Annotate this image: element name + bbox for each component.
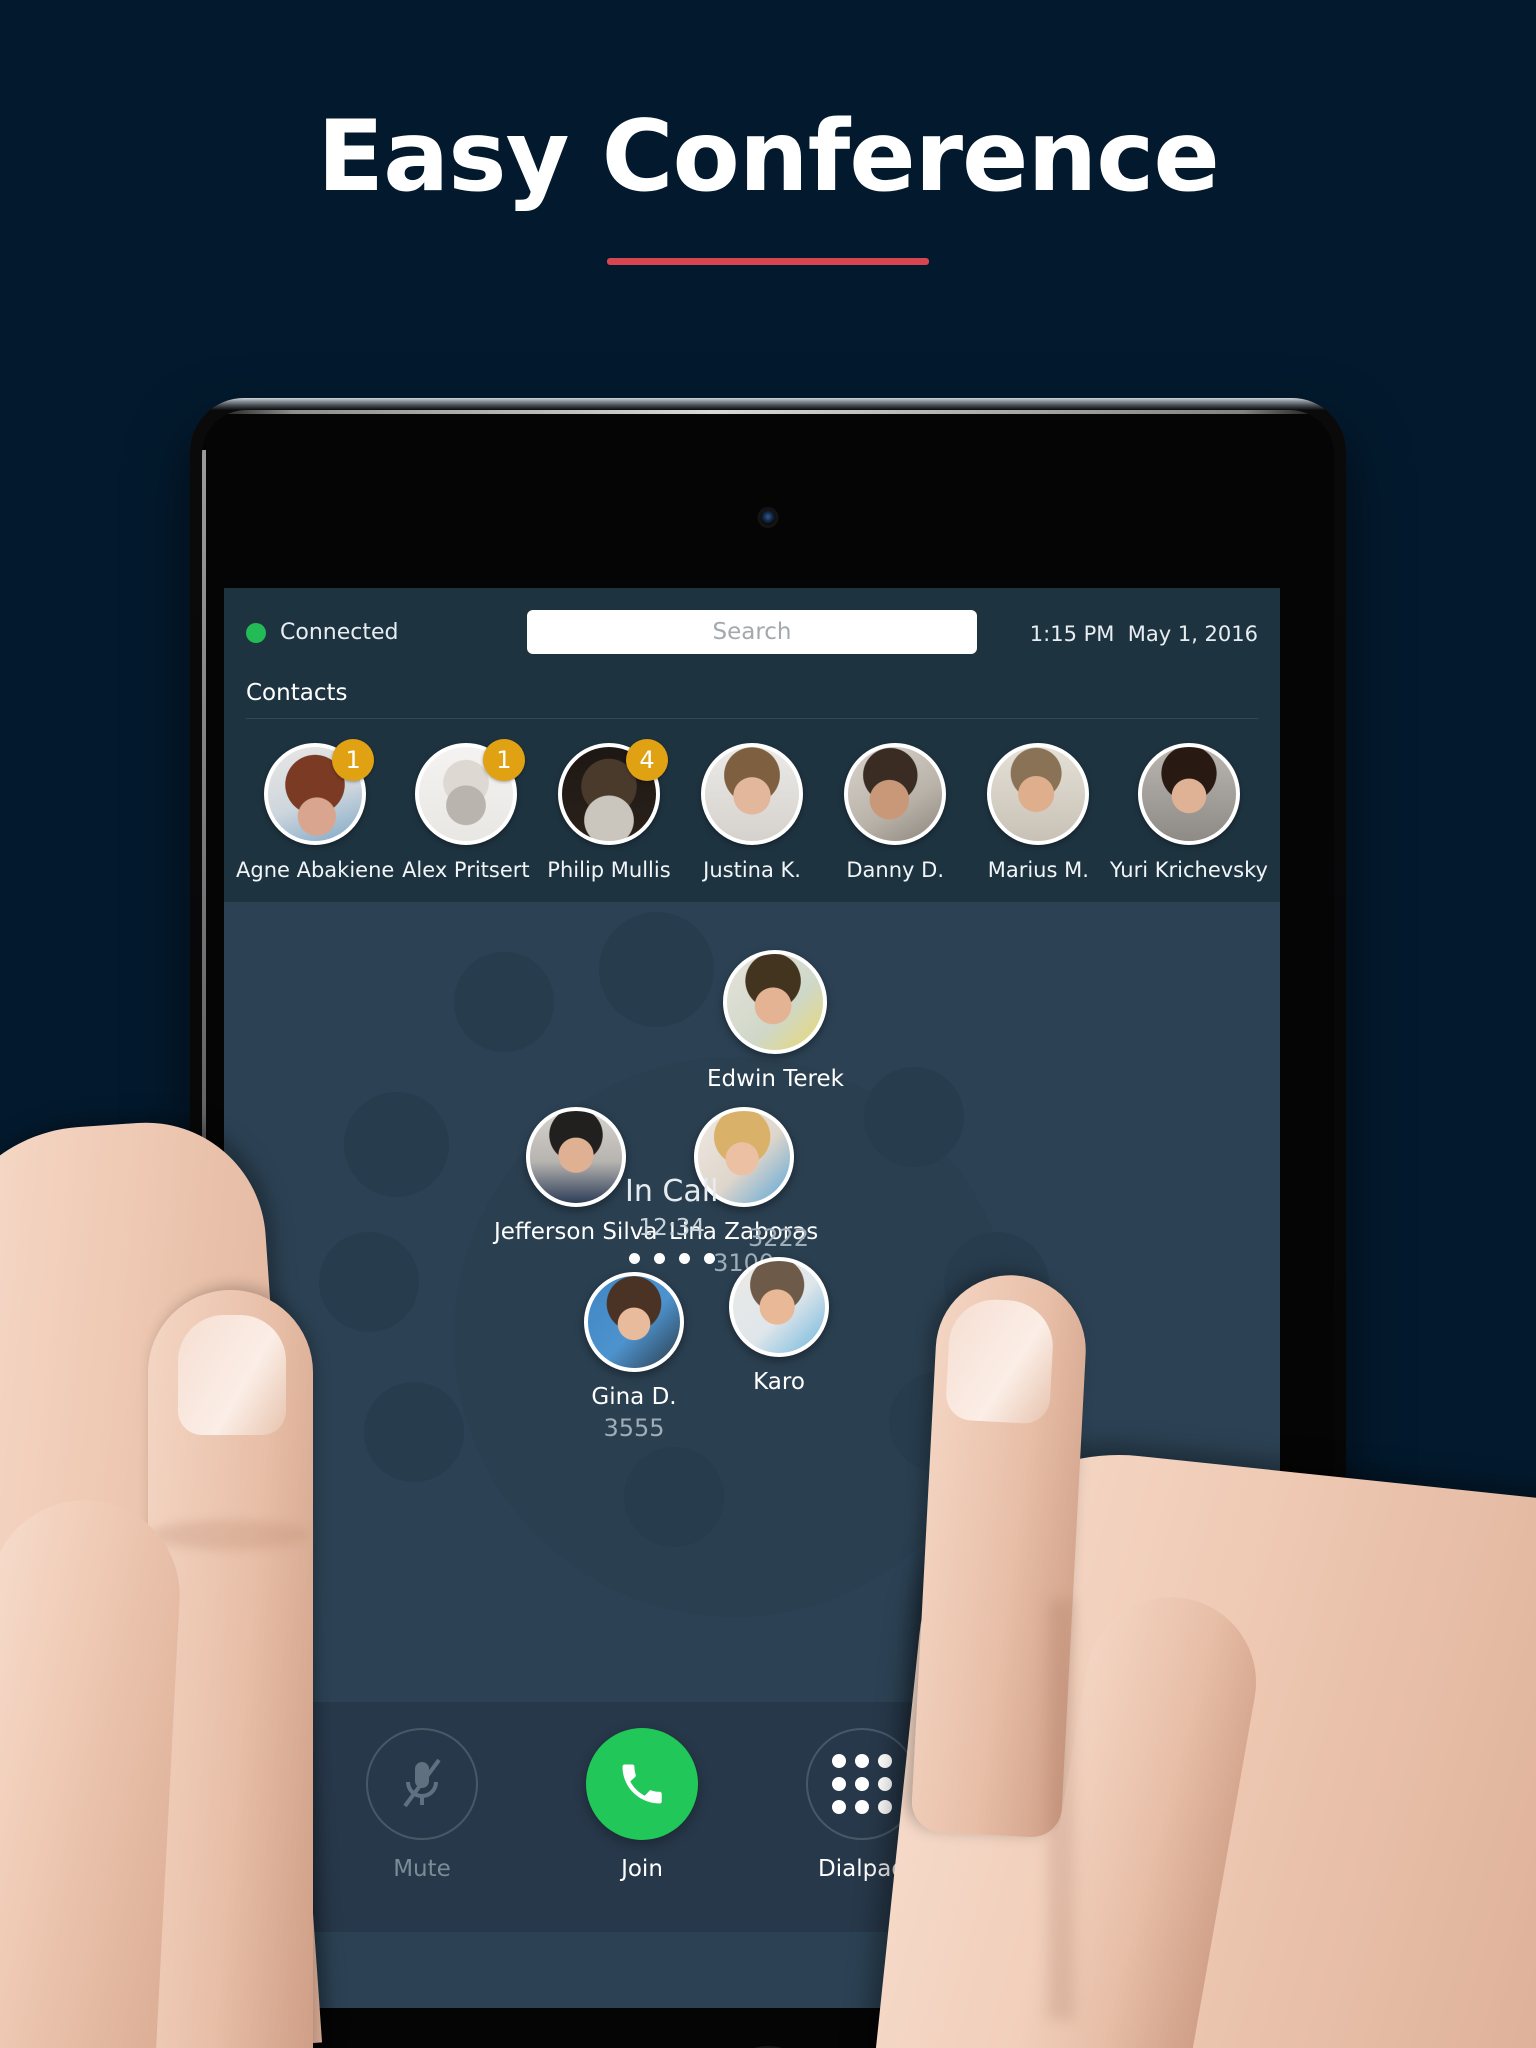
avatar: [1137, 743, 1240, 845]
contacts-label: Contacts: [246, 680, 348, 706]
unread-badge: 1: [332, 739, 375, 781]
call-participant[interactable]: Edwin Terek: [707, 950, 844, 1092]
avatar-wrap: 1: [264, 739, 375, 845]
tablet-bezel: Connected Search 1:15 PM May 1, 2016 Con…: [202, 410, 1334, 2048]
join-icon-circle: [586, 1728, 698, 1840]
mute-button[interactable]: Mute: [347, 1728, 497, 1882]
unread-badge: 4: [625, 739, 668, 781]
unread-badge: 1: [482, 739, 525, 781]
contact-name: Alex Pritsert: [402, 858, 530, 882]
contacts-strip: 1 Agne Abakiene 1 Alex Pritsert 4 Philip…: [224, 725, 1280, 902]
call-stage: Edwin Terek Jefferson Silva Lina Zaboras…: [224, 902, 1280, 1932]
mic-muted-icon: [403, 1758, 441, 1808]
contact-item[interactable]: Marius M.: [967, 743, 1110, 882]
decorative-circle: [364, 1382, 464, 1482]
dialpad-icon-circle: [806, 1728, 918, 1840]
contact-item[interactable]: Yuri Krichevsky: [1110, 743, 1268, 882]
avatar: [844, 743, 947, 845]
connected-dot-icon: [246, 622, 266, 643]
progress-dot: [703, 1253, 715, 1264]
call-progress-dots: [628, 1253, 715, 1264]
search-placeholder: Search: [712, 619, 792, 645]
progress-dot: [628, 1253, 640, 1264]
call-state-label: In Call: [625, 1174, 719, 1209]
more-icon: [1075, 1775, 1089, 1819]
dialpad-button[interactable]: Dialpad: [787, 1728, 937, 1882]
phone-icon: [622, 1764, 662, 1804]
search-input[interactable]: Search: [527, 610, 977, 654]
bezel-edge-left: [202, 450, 206, 2048]
progress-dot: [678, 1253, 690, 1264]
avatar-wrap: [701, 743, 804, 845]
contact-name: Agne Abakiene: [236, 858, 395, 882]
mute-label: Mute: [393, 1856, 451, 1882]
contact-name: Danny D.: [846, 858, 944, 882]
participant-extension: 3222: [748, 1224, 810, 1252]
mute-icon-circle: [366, 1728, 478, 1840]
decorative-circle: [319, 1232, 419, 1332]
call-participant[interactable]: Gina D. 3555: [584, 1272, 684, 1442]
participant-extension: 3555: [603, 1414, 665, 1442]
contact-name: Justina K.: [703, 858, 801, 882]
contact-name: Yuri Krichevsky: [1109, 858, 1268, 882]
bezel-highlight: [202, 410, 1334, 414]
decorative-circle: [344, 1092, 449, 1197]
participant-name: Edwin Terek: [707, 1066, 844, 1092]
participant-avatar: [723, 950, 828, 1054]
call-participant[interactable]: Karo: [729, 1257, 829, 1395]
call-toolbar: Mute Join Dialpad: [224, 1702, 1280, 1932]
left-thumb: [0, 1495, 185, 2048]
avatar-wrap: 4: [557, 739, 668, 845]
dialpad-label: Dialpad: [818, 1856, 906, 1882]
avatar-wrap: [1137, 743, 1240, 845]
divider: [246, 718, 1258, 719]
decorative-circle: [454, 952, 554, 1052]
participant-name: Gina D.: [591, 1384, 677, 1410]
contact-item[interactable]: Justina K.: [681, 743, 824, 882]
clock-display: 1:15 PM May 1, 2016: [1029, 622, 1258, 646]
avatar: [701, 743, 804, 845]
contact-name: Philip Mullis: [547, 858, 671, 882]
avatar-wrap: [987, 743, 1090, 845]
front-camera-icon: [760, 510, 776, 525]
promo-header: Easy Conference: [0, 0, 1536, 310]
contact-name: Marius M.: [987, 858, 1089, 882]
contact-item[interactable]: 1 Alex Pritsert: [394, 739, 537, 882]
contact-item[interactable]: 4 Philip Mullis: [537, 739, 680, 882]
connection-status-label: Connected: [280, 620, 399, 645]
more-button[interactable]: [1007, 1741, 1157, 1869]
contact-item[interactable]: 1 Agne Abakiene: [236, 739, 395, 882]
tablet-device: Connected Search 1:15 PM May 1, 2016 Con…: [190, 398, 1346, 2048]
join-label: Join: [621, 1856, 663, 1882]
promo-headline: Easy Conference: [317, 100, 1220, 214]
promo-accent-rule: [607, 258, 929, 265]
connection-status: Connected: [246, 620, 398, 645]
participant-avatar: [584, 1272, 684, 1372]
decorative-circle: [624, 1447, 724, 1547]
contacts-section-header: Contacts: [224, 680, 1280, 725]
decorative-circle: [889, 1372, 989, 1472]
join-button[interactable]: Join: [567, 1728, 717, 1882]
progress-dot: [653, 1253, 665, 1264]
decorative-circle: [864, 1067, 964, 1167]
participant-avatar: [525, 1107, 626, 1207]
decorative-circle: [944, 1232, 1049, 1337]
call-status: In Call 12:34: [625, 1174, 718, 1264]
avatar: [987, 743, 1090, 845]
more-icon-circle: [1026, 1741, 1138, 1853]
app-screen: Connected Search 1:15 PM May 1, 2016 Con…: [224, 588, 1280, 2008]
call-duration: 12:34: [638, 1215, 705, 1241]
contact-item[interactable]: Danny D.: [824, 743, 967, 882]
participant-avatar: [729, 1257, 829, 1357]
participant-name: Karo: [753, 1369, 805, 1395]
dialpad-icon: [832, 1754, 892, 1814]
avatar-wrap: 1: [414, 739, 525, 845]
app-topbar: Connected Search 1:15 PM May 1, 2016: [224, 588, 1280, 680]
avatar-wrap: [844, 743, 947, 845]
decorative-circle: [599, 912, 714, 1027]
